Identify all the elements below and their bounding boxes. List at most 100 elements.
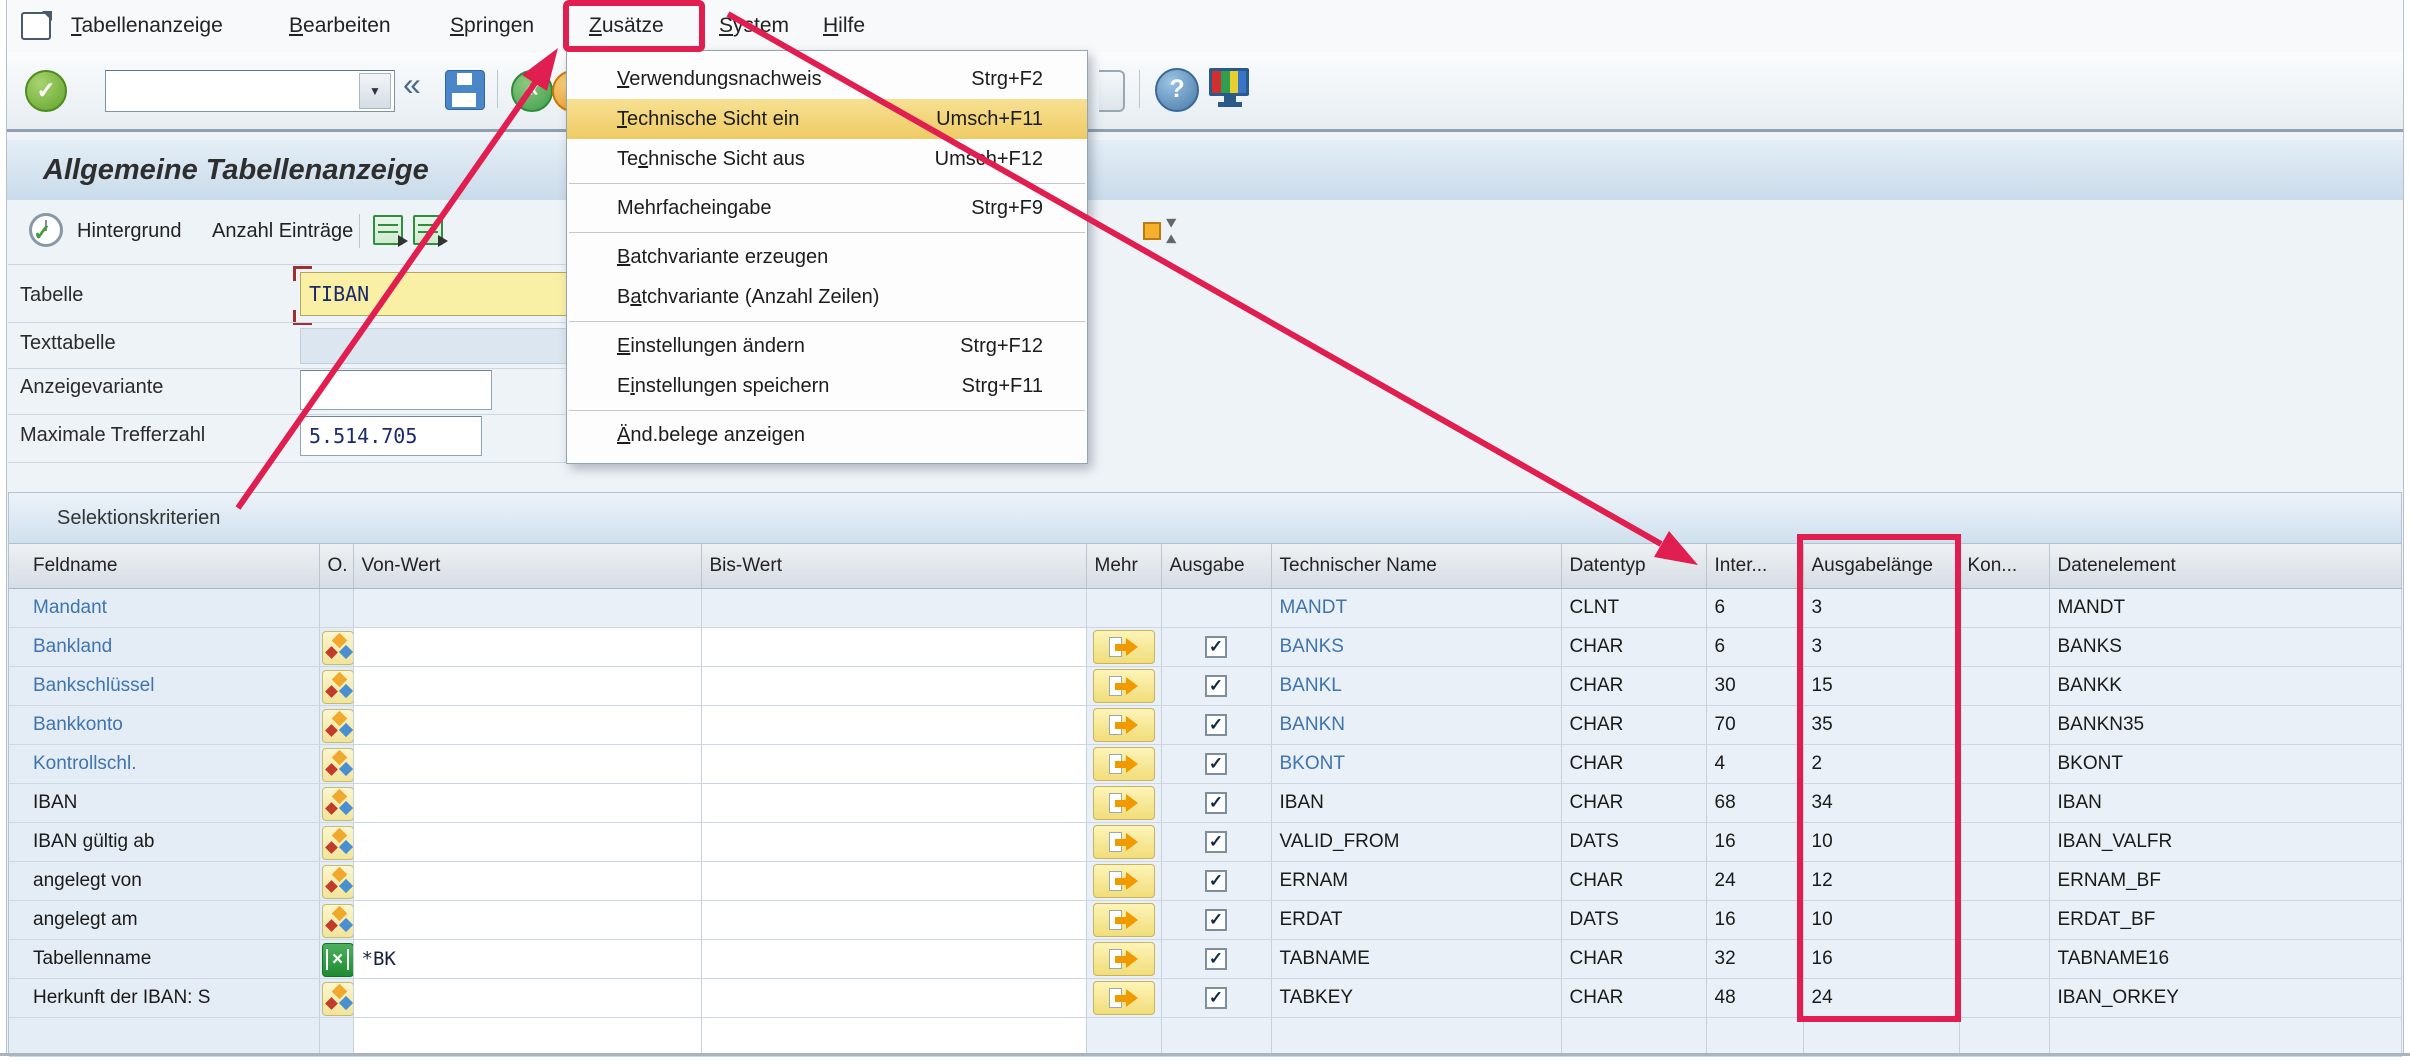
- cell-datentyp: CHAR: [1561, 862, 1706, 901]
- cell-von-wert[interactable]: [353, 862, 701, 901]
- multiple-selection-button[interactable]: [1093, 903, 1155, 937]
- output-checkbox[interactable]: ✓: [1205, 753, 1227, 775]
- menu-item-label: Einstellungen speichern: [617, 366, 829, 406]
- cell-interne-laenge: 6: [1706, 589, 1803, 628]
- execute-clock-icon[interactable]: [29, 213, 63, 247]
- monitor-screen: [1209, 68, 1249, 96]
- selection-options-button[interactable]: [322, 670, 354, 704]
- help-icon[interactable]: [1155, 68, 1199, 112]
- multiple-selection-button[interactable]: [1093, 981, 1155, 1015]
- command-dropdown-icon[interactable]: [359, 73, 391, 109]
- menubar-item-zusätze[interactable]: Zusätze: [589, 0, 664, 52]
- menubar-item-tabellenanzeige[interactable]: Tabellenanzeige: [71, 0, 223, 52]
- multiple-selection-button[interactable]: [1093, 825, 1155, 859]
- export-square: [1143, 222, 1161, 240]
- menu-item-label: Technische Sicht ein: [617, 99, 799, 139]
- output-checkbox[interactable]: ✓: [1205, 714, 1227, 736]
- cell-bis-wert[interactable]: [701, 667, 1086, 706]
- multiple-selection-button[interactable]: [1093, 708, 1155, 742]
- cell-von-wert[interactable]: *BK: [353, 940, 701, 979]
- menu-item-änd-belege-anzeigen[interactable]: Änd.belege anzeigen: [567, 415, 1087, 455]
- menubar-item-springen[interactable]: Springen: [450, 0, 534, 52]
- selection-options-button[interactable]: [322, 904, 354, 938]
- cell-bis-wert[interactable]: [701, 901, 1086, 940]
- cell-von-wert[interactable]: [353, 706, 701, 745]
- exclude-x-icon: ×: [326, 949, 349, 970]
- output-checkbox[interactable]: ✓: [1205, 870, 1227, 892]
- menu-item-technische-sicht-aus[interactable]: Technische Sicht ausUmsch+F12: [567, 139, 1087, 179]
- enter-check-icon[interactable]: [25, 70, 67, 112]
- cell-bis-wert[interactable]: [701, 862, 1086, 901]
- cell-bis-wert[interactable]: [701, 823, 1086, 862]
- partial-toolbar-icon[interactable]: [1099, 70, 1125, 112]
- selection-options-button[interactable]: [322, 709, 354, 743]
- cell-bis-wert[interactable]: [701, 628, 1086, 667]
- cell-von-wert[interactable]: [353, 979, 701, 1018]
- output-checkbox[interactable]: ✓: [1205, 792, 1227, 814]
- menubar-item-hilfe[interactable]: Hilfe: [823, 0, 865, 52]
- menu-item-mehrfacheingabe[interactable]: MehrfacheingabeStrg+F9: [567, 188, 1087, 228]
- output-checkbox[interactable]: ✓: [1205, 948, 1227, 970]
- cell-mehr: [1086, 667, 1161, 706]
- menubar-item-bearbeiten[interactable]: Bearbeiten: [289, 0, 391, 52]
- cursor-bracket-top-icon: [293, 266, 312, 281]
- multiple-selection-button[interactable]: [1093, 942, 1155, 976]
- output-checkbox[interactable]: ✓: [1205, 909, 1227, 931]
- command-field[interactable]: [105, 70, 395, 112]
- output-checkbox[interactable]: ✓: [1205, 987, 1227, 1009]
- cell-bis-wert[interactable]: [701, 745, 1086, 784]
- menu-item-verwendungsnachweis[interactable]: VerwendungsnachweisStrg+F2: [567, 59, 1087, 99]
- cell-von-wert[interactable]: [353, 1018, 701, 1057]
- selection-options-button[interactable]: [322, 631, 354, 665]
- table-choose-alt-icon[interactable]: [413, 215, 443, 245]
- multiple-selection-button[interactable]: [1093, 864, 1155, 898]
- transaction-window-icon[interactable]: [21, 12, 51, 40]
- output-checkbox[interactable]: ✓: [1205, 636, 1227, 658]
- new-session-monitor-icon[interactable]: [1207, 68, 1253, 110]
- menu-item-batchvariante-erzeugen[interactable]: Batchvariante erzeugen: [567, 237, 1087, 277]
- selection-options-button[interactable]: [322, 748, 354, 782]
- arrow-head-icon: [1126, 755, 1138, 773]
- cell-bis-wert[interactable]: [701, 940, 1086, 979]
- number-of-entries-button[interactable]: Anzahl Einträge: [212, 200, 353, 262]
- output-checkbox[interactable]: ✓: [1205, 831, 1227, 853]
- display-variant-input[interactable]: [300, 370, 492, 410]
- exclude-pattern-button[interactable]: ×: [322, 943, 354, 977]
- multiple-selection-button[interactable]: [1093, 786, 1155, 820]
- cell-bis-wert[interactable]: [701, 706, 1086, 745]
- graphic-export-icon[interactable]: [1141, 213, 1177, 249]
- cell-von-wert[interactable]: [353, 745, 701, 784]
- multiple-selection-button[interactable]: [1093, 630, 1155, 664]
- cell-bis-wert[interactable]: [701, 1018, 1086, 1057]
- diamond-icon: [325, 880, 338, 893]
- menu-item-einstellungen-ändern[interactable]: Einstellungen ändernStrg+F12: [567, 326, 1087, 366]
- cell-von-wert[interactable]: [353, 628, 701, 667]
- menu-item-technische-sicht-ein[interactable]: Technische Sicht einUmsch+F11: [567, 99, 1087, 139]
- cell-von-wert[interactable]: [353, 823, 701, 862]
- menubar-item-system[interactable]: System: [719, 0, 789, 52]
- selection-options-button[interactable]: [322, 865, 354, 899]
- cell-bis-wert[interactable]: [701, 979, 1086, 1018]
- selection-options-button[interactable]: [322, 982, 354, 1016]
- menu-item-batchvariante-anzahl-zeilen[interactable]: Batchvariante (Anzahl Zeilen): [567, 277, 1087, 317]
- selection-options-button[interactable]: [322, 787, 354, 821]
- back-chevron-icon[interactable]: [511, 70, 553, 112]
- cell-technischer-name: ERDAT: [1271, 901, 1561, 940]
- selection-options-button[interactable]: [322, 826, 354, 860]
- menu-item-einstellungen-speichern[interactable]: Einstellungen speichernStrg+F11: [567, 366, 1087, 406]
- cell-von-wert[interactable]: [353, 901, 701, 940]
- output-checkbox[interactable]: ✓: [1205, 675, 1227, 697]
- cell-ausgabe: ✓: [1161, 940, 1271, 979]
- cell-feldname: [9, 1018, 319, 1057]
- page-title: Allgemeine Tabellenanzeige: [43, 140, 429, 200]
- multiple-selection-button[interactable]: [1093, 747, 1155, 781]
- cell-von-wert[interactable]: [353, 667, 701, 706]
- background-button[interactable]: Hintergrund: [77, 200, 182, 262]
- collapse-chevron-icon[interactable]: [403, 66, 421, 103]
- table-choose-icon[interactable]: [373, 215, 403, 245]
- cell-bis-wert[interactable]: [701, 784, 1086, 823]
- save-disk-icon[interactable]: [445, 70, 485, 110]
- multiple-selection-button[interactable]: [1093, 669, 1155, 703]
- max-hits-input[interactable]: [300, 416, 482, 456]
- cell-von-wert[interactable]: [353, 784, 701, 823]
